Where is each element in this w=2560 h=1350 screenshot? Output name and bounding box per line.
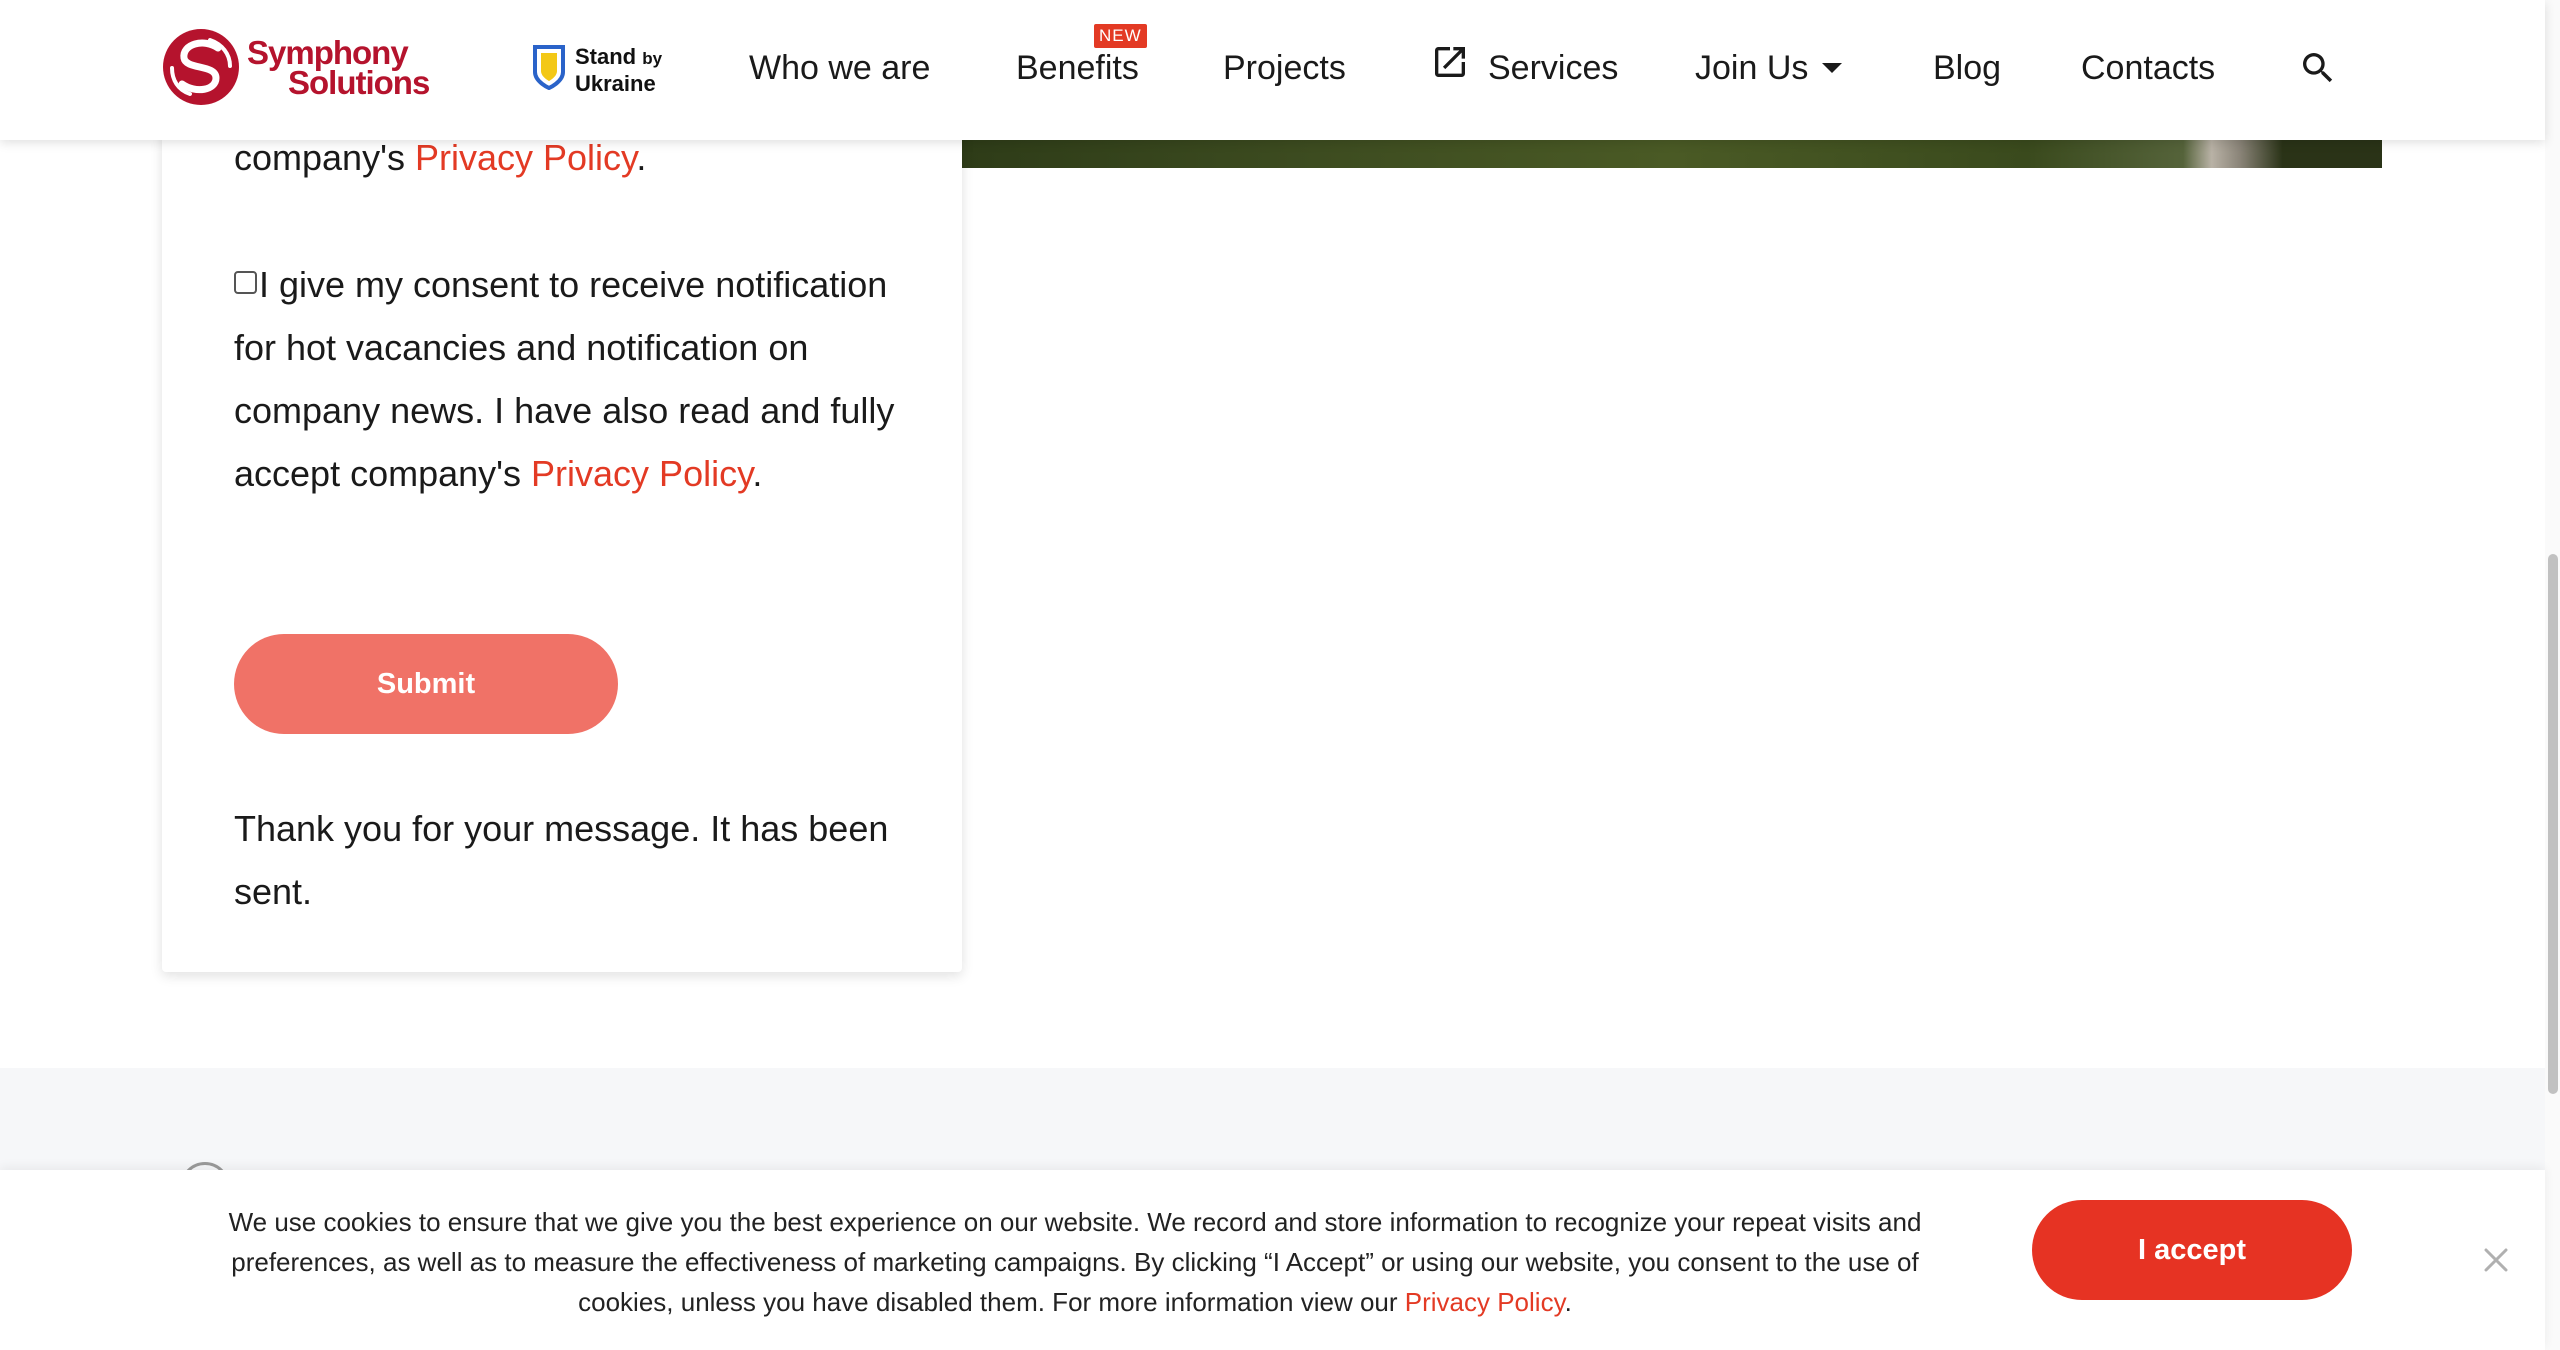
stand-line-2: Ukraine: [575, 71, 656, 96]
cookie-banner: We use cookies to ensure that we give yo…: [0, 1170, 2545, 1350]
stand-by: by: [642, 49, 663, 68]
stand-line-1: Stand: [575, 44, 637, 69]
nav-who-we-are[interactable]: Who we are: [749, 46, 930, 90]
cookie-period: .: [1564, 1287, 1572, 1317]
consent-period: .: [752, 453, 763, 494]
logo-line-2: Solutions: [288, 64, 430, 101]
nav-projects[interactable]: Projects: [1223, 46, 1346, 90]
caret-down-icon: [1822, 63, 1843, 74]
privacy-prefix: company's: [234, 137, 415, 178]
consent-checkbox-row: I give my consent to receive notificatio…: [234, 253, 914, 505]
privacy-policy-link[interactable]: Privacy Policy: [415, 137, 636, 178]
scrollbar-thumb[interactable]: [2548, 554, 2558, 1094]
application-form-card: company's Privacy Policy. I give my cons…: [162, 100, 962, 972]
nav-services-label: Services: [1488, 49, 1619, 87]
cookie-message: We use cookies to ensure that we give yo…: [190, 1202, 1960, 1322]
site-header: Symphony Solutions Stand by Ukraine Who …: [0, 0, 2545, 140]
accept-cookies-button[interactable]: I accept: [2032, 1200, 2352, 1300]
external-link-icon: [1430, 42, 1470, 93]
consent-checkbox[interactable]: [234, 270, 257, 294]
cookie-text: We use cookies to ensure that we give yo…: [228, 1207, 1922, 1317]
nav-join-us[interactable]: Join Us: [1695, 46, 1843, 90]
submit-confirmation-message: Thank you for your message. It has been …: [234, 808, 889, 912]
cookie-privacy-policy-link[interactable]: Privacy Policy: [1405, 1287, 1565, 1317]
nav-join-us-label: Join Us: [1695, 49, 1809, 87]
ukraine-shield-icon: [533, 45, 565, 90]
symphony-solutions-logo[interactable]: Symphony Solutions: [160, 26, 430, 114]
close-icon[interactable]: [2482, 1246, 2510, 1274]
logo-mark-icon: [163, 29, 239, 105]
consent-privacy-policy-link[interactable]: Privacy Policy: [531, 453, 752, 494]
nav-benefits[interactable]: Benefits: [1016, 46, 1139, 90]
page: Symphony Solutions Stand by Ukraine Who …: [0, 0, 2560, 1350]
submit-button[interactable]: Submit: [234, 634, 618, 734]
nav-blog[interactable]: Blog: [1933, 46, 2001, 90]
privacy-period: .: [636, 137, 647, 178]
new-badge: NEW: [1094, 24, 1147, 48]
nav-services[interactable]: Services: [1430, 46, 1618, 93]
search-icon[interactable]: [2298, 48, 2338, 88]
nav-contacts[interactable]: Contacts: [2081, 46, 2215, 90]
